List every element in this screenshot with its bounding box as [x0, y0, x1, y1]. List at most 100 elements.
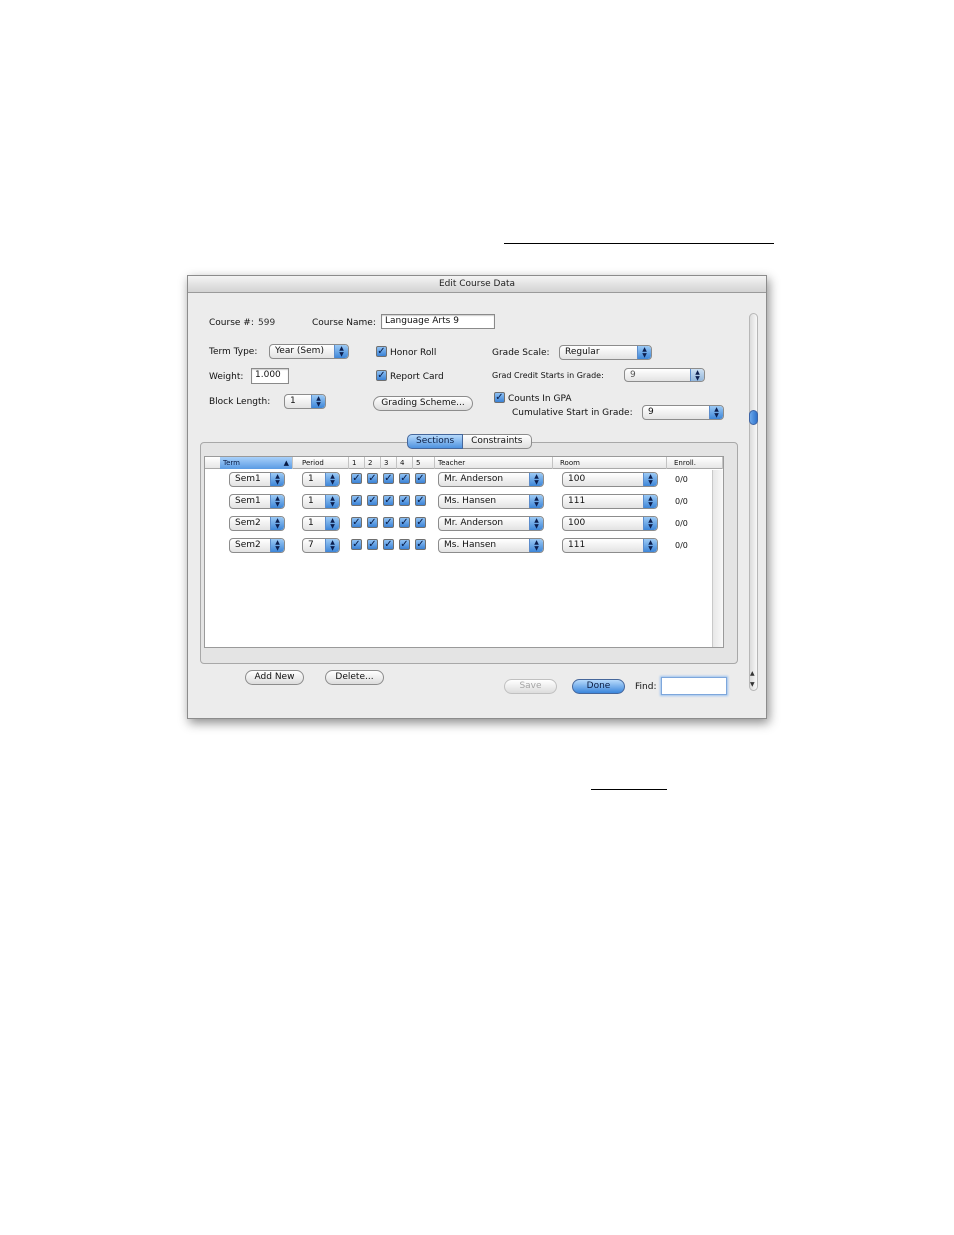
- window-title: Edit Course Data: [188, 276, 766, 293]
- period-value: 7: [308, 540, 314, 550]
- day-2-checkbox[interactable]: ✓: [367, 473, 378, 484]
- column-header-enroll[interactable]: Enroll.: [671, 457, 723, 469]
- column-header-day-1[interactable]: 1: [349, 457, 365, 469]
- day-5-checkbox[interactable]: ✓: [415, 517, 426, 528]
- block-length-popup[interactable]: 1 ▲ ▼: [284, 394, 326, 409]
- teacher-value: Ms. Hansen: [444, 540, 497, 550]
- period-popup[interactable]: 7 ▲ ▼: [302, 538, 340, 553]
- document-underline-top: [504, 243, 774, 244]
- report-card-checkbox[interactable]: ✓: [376, 370, 387, 381]
- teacher-popup[interactable]: Mr. Anderson ▲ ▼: [438, 516, 544, 531]
- enroll-value: 0/0: [675, 475, 688, 484]
- find-input[interactable]: [661, 677, 727, 695]
- delete-button[interactable]: Delete...: [325, 670, 384, 685]
- term-type-value: Year (Sem): [275, 346, 324, 356]
- up-down-arrows-icon: ▲ ▼: [637, 346, 651, 359]
- teacher-popup[interactable]: Mr. Anderson ▲ ▼: [438, 472, 544, 487]
- column-header-teacher[interactable]: Teacher: [435, 457, 553, 469]
- column-header-day-5[interactable]: 5: [413, 457, 435, 469]
- day-3-checkbox[interactable]: ✓: [383, 473, 394, 484]
- cumulative-popup[interactable]: 9 ▲ ▼: [642, 405, 724, 420]
- grading-scheme-button[interactable]: Grading Scheme...: [373, 396, 473, 411]
- room-popup[interactable]: 100 ▲ ▼: [562, 472, 658, 487]
- counts-gpa-checkbox[interactable]: ✓: [494, 392, 505, 403]
- block-length-label: Block Length:: [209, 397, 271, 407]
- term-popup[interactable]: Sem2 ▲ ▼: [229, 538, 285, 553]
- tab-sections[interactable]: Sections: [407, 434, 464, 449]
- day-4-checkbox[interactable]: ✓: [399, 539, 410, 550]
- teacher-popup[interactable]: Ms. Hansen ▲ ▼: [438, 494, 544, 509]
- period-popup[interactable]: 1 ▲ ▼: [302, 516, 340, 531]
- checkmark-icon: ✓: [416, 539, 425, 550]
- save-button[interactable]: Save: [504, 679, 557, 694]
- day-5-checkbox[interactable]: ✓: [415, 495, 426, 506]
- add-new-button[interactable]: Add New: [245, 670, 304, 685]
- room-popup[interactable]: 111 ▲ ▼: [562, 538, 658, 553]
- checkmark-icon: ✓: [377, 370, 386, 381]
- grad-credit-popup[interactable]: 9 ▲ ▼: [624, 368, 705, 382]
- up-down-arrows-icon: ▲ ▼: [643, 473, 657, 486]
- table-scrollbar[interactable]: [712, 470, 723, 647]
- sections-table: Term ▲ Period 1 2 3 4 5 Teacher Room Enr…: [204, 456, 724, 648]
- honor-roll-checkbox[interactable]: ✓: [376, 346, 387, 357]
- teacher-popup[interactable]: Ms. Hansen ▲ ▼: [438, 538, 544, 553]
- day-1-checkbox[interactable]: ✓: [351, 495, 362, 506]
- find-label: Find:: [635, 682, 657, 692]
- day-1-checkbox[interactable]: ✓: [351, 539, 362, 550]
- enroll-value: 0/0: [675, 541, 688, 550]
- up-down-arrows-icon: ▲ ▼: [325, 517, 339, 530]
- day-3-checkbox[interactable]: ✓: [383, 495, 394, 506]
- checkmark-icon: ✓: [352, 539, 361, 550]
- term-popup[interactable]: Sem2 ▲ ▼: [229, 516, 285, 531]
- up-down-arrows-icon: ▲ ▼: [270, 517, 284, 530]
- column-header-day-2[interactable]: 2: [365, 457, 381, 469]
- window-scrollbar-thumb[interactable]: [749, 410, 758, 425]
- term-type-popup[interactable]: Year (Sem) ▲ ▼: [269, 344, 349, 359]
- day-4-checkbox[interactable]: ✓: [399, 495, 410, 506]
- column-header-term[interactable]: Term ▲: [220, 457, 293, 469]
- column-header-period[interactable]: Period: [299, 457, 349, 469]
- scroll-down-arrow-icon[interactable]: ▼: [750, 681, 755, 688]
- term-popup[interactable]: Sem1 ▲ ▼: [229, 494, 285, 509]
- tab-constraints[interactable]: Constraints: [463, 434, 532, 449]
- day-3-checkbox[interactable]: ✓: [383, 539, 394, 550]
- day-5-checkbox[interactable]: ✓: [415, 539, 426, 550]
- checkmark-icon: ✓: [352, 495, 361, 506]
- day-5-checkbox[interactable]: ✓: [415, 473, 426, 484]
- up-down-arrows-icon: ▲ ▼: [325, 539, 339, 552]
- term-value: Sem2: [235, 540, 261, 550]
- column-header-day-3[interactable]: 3: [381, 457, 397, 469]
- period-popup[interactable]: 1 ▲ ▼: [302, 494, 340, 509]
- grade-scale-label: Grade Scale:: [492, 348, 550, 358]
- edit-course-window: Edit Course Data Course #: 599 Course Na…: [187, 275, 767, 719]
- checkmark-icon: ✓: [495, 392, 504, 403]
- up-down-arrows-icon: ▲ ▼: [529, 473, 543, 486]
- day-1-checkbox[interactable]: ✓: [351, 473, 362, 484]
- weight-field[interactable]: 1.000: [251, 368, 289, 384]
- done-button[interactable]: Done: [572, 679, 625, 694]
- course-name-field[interactable]: Language Arts 9: [381, 314, 495, 329]
- grade-scale-popup[interactable]: Regular ▲ ▼: [559, 345, 652, 360]
- day-2-checkbox[interactable]: ✓: [367, 539, 378, 550]
- day-4-checkbox[interactable]: ✓: [399, 473, 410, 484]
- teacher-value: Mr. Anderson: [444, 518, 504, 528]
- period-popup[interactable]: 1 ▲ ▼: [302, 472, 340, 487]
- checkmark-icon: ✓: [384, 517, 393, 528]
- room-popup[interactable]: 100 ▲ ▼: [562, 516, 658, 531]
- room-popup[interactable]: 111 ▲ ▼: [562, 494, 658, 509]
- up-down-arrows-icon: ▲ ▼: [643, 495, 657, 508]
- column-header-day-4[interactable]: 4: [397, 457, 413, 469]
- term-popup[interactable]: Sem1 ▲ ▼: [229, 472, 285, 487]
- day-2-checkbox[interactable]: ✓: [367, 517, 378, 528]
- day-2-checkbox[interactable]: ✓: [367, 495, 378, 506]
- grade-scale-value: Regular: [565, 347, 600, 357]
- window-scrollbar[interactable]: [749, 313, 758, 691]
- checkmark-icon: ✓: [377, 346, 386, 357]
- column-header-room[interactable]: Room: [557, 457, 667, 469]
- day-3-checkbox[interactable]: ✓: [383, 517, 394, 528]
- course-number-label: Course #:: [209, 318, 254, 328]
- day-1-checkbox[interactable]: ✓: [351, 517, 362, 528]
- checkmark-icon: ✓: [384, 495, 393, 506]
- day-4-checkbox[interactable]: ✓: [399, 517, 410, 528]
- scroll-up-arrow-icon[interactable]: ▲: [750, 670, 755, 677]
